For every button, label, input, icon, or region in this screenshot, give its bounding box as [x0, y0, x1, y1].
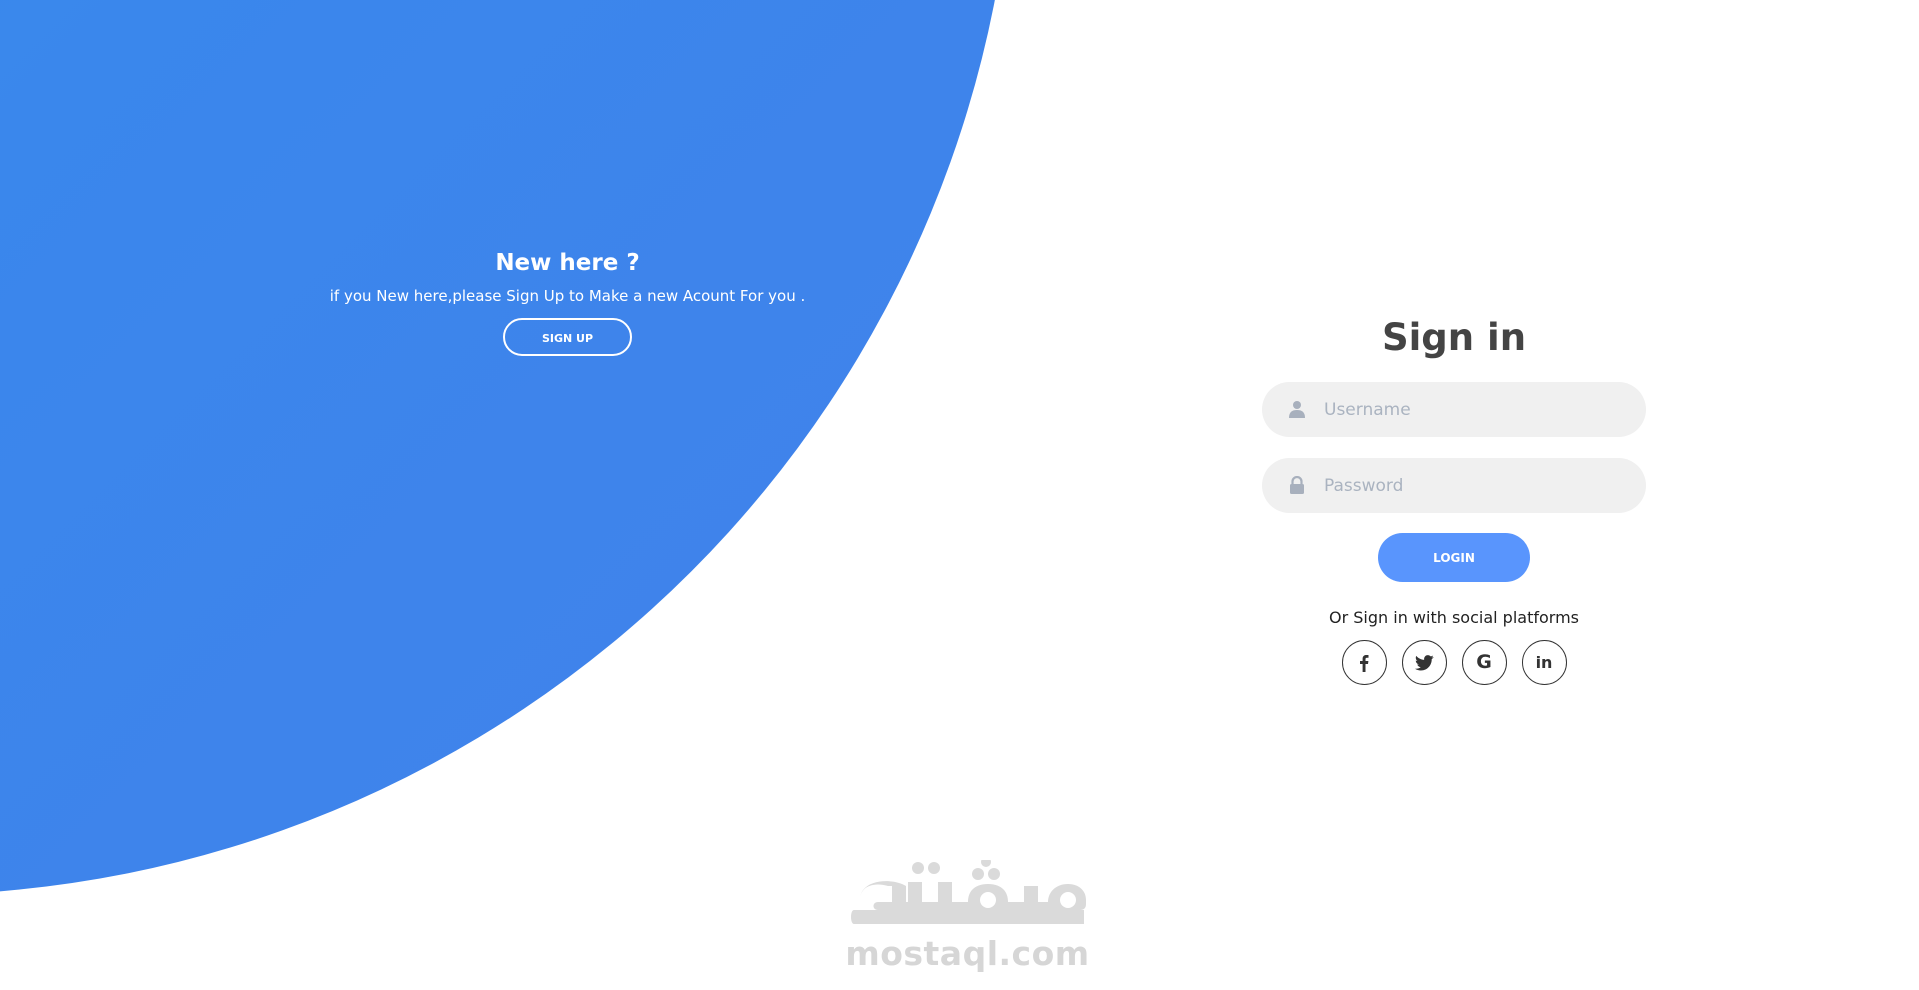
- username-field[interactable]: [1262, 382, 1646, 437]
- twitter-icon: [1414, 654, 1434, 671]
- password-field[interactable]: [1262, 458, 1646, 513]
- blue-background-shape: [0, 0, 1015, 895]
- linkedin-icon: in: [1535, 652, 1553, 672]
- sign-up-button[interactable]: SIGN UP: [503, 318, 632, 356]
- sign-in-title: Sign in: [1381, 316, 1527, 359]
- left-panel: New here ? if you New here,please Sign U…: [300, 247, 835, 356]
- new-here-text: if you New here,please Sign Up to Make a…: [329, 287, 806, 305]
- username-input[interactable]: [1324, 382, 1624, 437]
- mostaql-logo: [850, 860, 1086, 924]
- twitter-button[interactable]: [1401, 640, 1447, 685]
- page: New here ? if you New here,please Sign U…: [0, 0, 1919, 990]
- google-button[interactable]: G: [1461, 640, 1507, 685]
- user-icon: [1288, 400, 1306, 418]
- sign-in-form: Sign in LOGIN Or Sign in with social pla…: [1262, 312, 1646, 685]
- social-icons: G in: [1262, 640, 1646, 685]
- password-input[interactable]: [1324, 458, 1624, 513]
- lock-icon: [1288, 475, 1306, 494]
- watermark-text: mostaql.com: [845, 934, 1090, 973]
- facebook-icon: [1359, 654, 1369, 672]
- login-button[interactable]: LOGIN: [1378, 533, 1530, 582]
- social-text: Or Sign in with social platforms: [1329, 608, 1579, 627]
- new-here-title: New here ?: [495, 250, 640, 276]
- facebook-button[interactable]: [1341, 640, 1387, 685]
- linkedin-button[interactable]: in: [1521, 640, 1567, 685]
- google-icon: G: [1476, 651, 1492, 673]
- watermark: mostaql.com: [845, 860, 1090, 972]
